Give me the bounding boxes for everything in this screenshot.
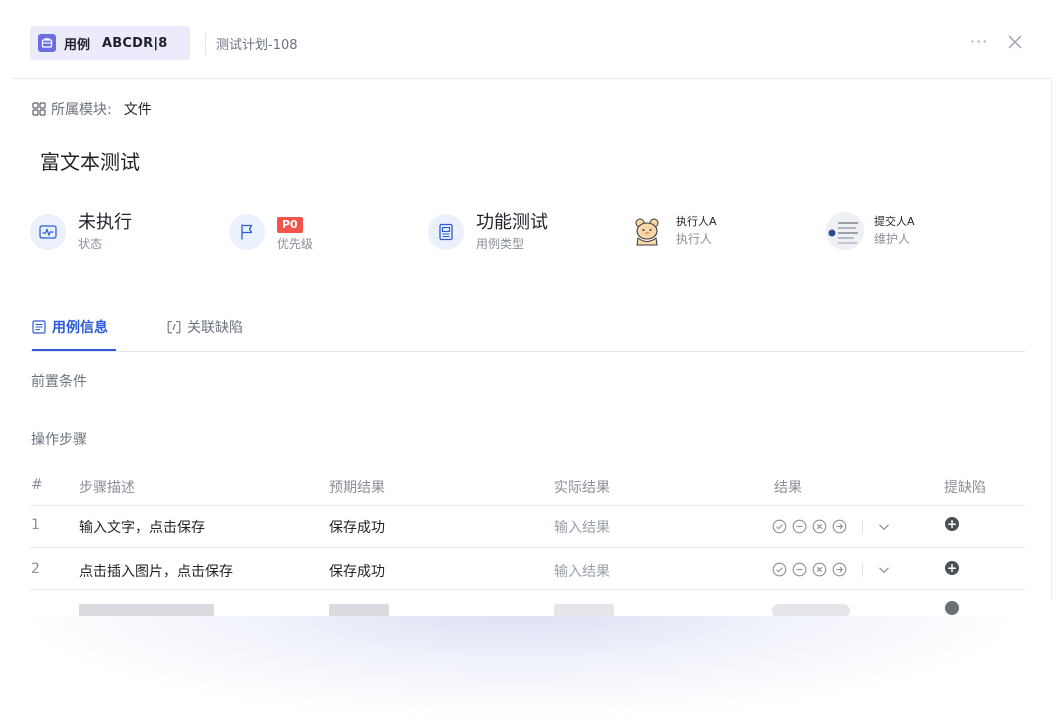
case-type-value: 功能测试 (476, 212, 548, 233)
executor-field[interactable]: 执行人A 执行人 (628, 212, 717, 250)
status-label: 状态 (78, 237, 103, 251)
step-description[interactable]: 输入文字，点击保存 (79, 517, 205, 537)
executor-label: 执行人 (676, 232, 713, 246)
result-actions-cut (772, 604, 850, 616)
skip-icon[interactable] (832, 562, 847, 577)
step-expected-cut (329, 604, 389, 616)
col-header-report-bug: 提缺陷 (944, 480, 986, 496)
case-type-field[interactable]: 功能测试 用例类型 (428, 212, 548, 252)
actual-result-input[interactable]: 输入结果 (554, 517, 610, 537)
maintainer-field[interactable]: 提交人A 维护人 (826, 212, 915, 250)
pass-icon[interactable] (772, 562, 787, 577)
status-value: 未执行 (78, 212, 132, 233)
info-doc-icon (32, 320, 46, 334)
add-bug-icon[interactable]: + (945, 561, 959, 575)
executor-name: 执行人A (676, 215, 717, 228)
case-id-tag: 用例 ABCDR|8 (30, 26, 190, 60)
step-expected[interactable]: 保存成功 (329, 561, 385, 581)
pulse-icon (30, 214, 66, 250)
result-actions (772, 562, 896, 577)
bear-avatar (628, 212, 666, 250)
case-type-label: 用例类型 (476, 237, 525, 251)
chevron-down-icon[interactable] (877, 520, 891, 534)
chevron-down-icon[interactable] (877, 563, 891, 577)
result-actions (772, 519, 896, 534)
module-value[interactable]: 文件 (124, 99, 152, 119)
case-title[interactable]: 富文本测试 (40, 146, 140, 175)
col-header-expected: 预期结果 (329, 480, 385, 496)
step-description[interactable]: 点击插入图片，点击保存 (79, 561, 233, 581)
result-divider (862, 519, 863, 534)
steps-label: 操作步骤 (31, 432, 87, 448)
priority-field[interactable]: P0 优先级 (229, 212, 313, 252)
flag-icon (229, 214, 265, 250)
active-tab-indicator (32, 349, 116, 351)
status-field[interactable]: 未执行 状态 (30, 212, 132, 252)
header-divider (205, 33, 206, 55)
user-avatar (826, 212, 864, 250)
more-button[interactable]: ··· (970, 34, 988, 50)
maintainer-name: 提交人A (874, 215, 915, 228)
col-header-description: 步骤描述 (79, 480, 135, 496)
add-bug-icon[interactable]: + (945, 517, 959, 531)
detail-tabs: 用例信息 关联缺陷 (30, 307, 1025, 352)
case-code: ABCDR|8 (102, 35, 168, 51)
step-number: 1 (31, 517, 40, 533)
case-label: 用例 (64, 37, 91, 53)
test-plan-link[interactable]: 测试计划-108 (216, 34, 298, 53)
actual-result-input[interactable]: 输入结果 (554, 561, 610, 581)
fail-icon[interactable] (812, 519, 827, 534)
col-header-index: # (31, 477, 43, 493)
module-row: 所属模块: 文件 (32, 99, 152, 119)
maintainer-label: 维护人 (874, 232, 911, 246)
priority-badge: P0 (277, 217, 303, 233)
add-bug-icon-cut (945, 601, 959, 615)
step-expected[interactable]: 保存成功 (329, 517, 385, 537)
block-icon[interactable] (792, 562, 807, 577)
pass-icon[interactable] (772, 519, 787, 534)
test-case-panel: 用例 ABCDR|8 测试计划-108 ··· 所属模块: 文件 富文本测试 未… (12, 0, 1052, 616)
table-row-partial (12, 598, 1052, 616)
scrollbar-track[interactable] (1051, 80, 1052, 600)
actual-result-cut (554, 604, 614, 616)
grid-icon (32, 102, 46, 116)
block-icon[interactable] (792, 519, 807, 534)
precondition-label: 前置条件 (31, 374, 87, 390)
tab-related-bugs[interactable]: 关联缺陷 (167, 317, 243, 337)
case-icon (38, 34, 56, 52)
step-number: 2 (31, 561, 40, 577)
link-icon (167, 320, 181, 334)
step-description-cut (79, 604, 214, 616)
tab-case-info[interactable]: 用例信息 (32, 317, 116, 351)
row-divider (30, 589, 1025, 590)
priority-label: 优先级 (277, 237, 314, 251)
module-label: 所属模块: (51, 102, 112, 118)
document-icon (428, 214, 464, 250)
panel-header: 用例 ABCDR|8 测试计划-108 ··· (12, 0, 1052, 79)
table-header-divider (30, 505, 1025, 506)
tab-related-bugs-label: 关联缺陷 (187, 320, 243, 336)
skip-icon[interactable] (832, 519, 847, 534)
close-icon[interactable] (1005, 32, 1025, 52)
col-header-result: 结果 (774, 480, 802, 496)
row-divider (30, 547, 1025, 548)
tab-case-info-label: 用例信息 (52, 320, 108, 336)
col-header-actual: 实际结果 (554, 480, 610, 496)
fail-icon[interactable] (812, 562, 827, 577)
result-divider (862, 562, 863, 577)
